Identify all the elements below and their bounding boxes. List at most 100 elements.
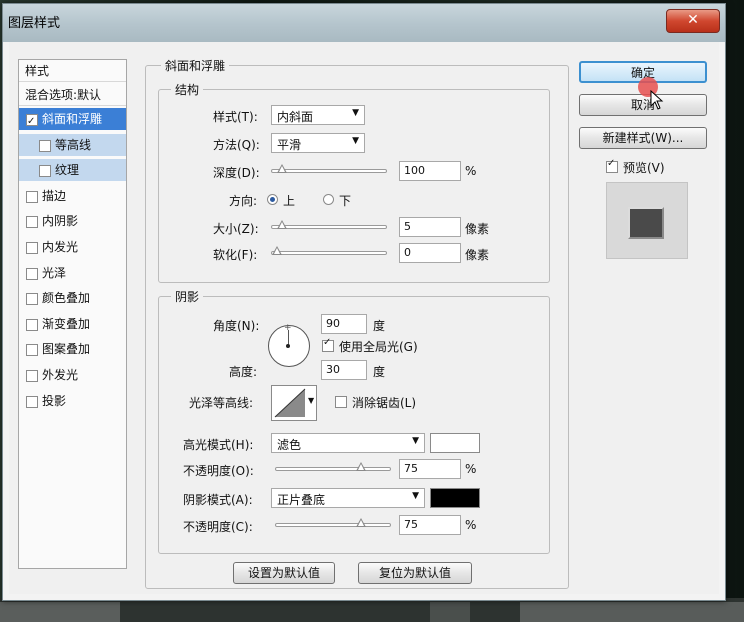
contour-thumbnail-icon — [274, 388, 306, 418]
global-light-label[interactable]: 使用全局光(G) — [339, 338, 418, 355]
shadow-opacity-label: 不透明度(C): — [183, 520, 253, 534]
highlight-opacity-thumb[interactable] — [355, 462, 366, 471]
style-item[interactable]: 内发光 — [19, 236, 126, 258]
anti-aliased-checkbox[interactable] — [335, 396, 347, 408]
style-item-checkbox[interactable] — [26, 111, 38, 133]
reset-default-button[interactable]: 复位为默认值 — [358, 562, 472, 584]
style-item-checkbox[interactable] — [39, 139, 51, 152]
depth-slider[interactable] — [271, 164, 387, 173]
style-item-label: 内阴影 — [42, 214, 79, 229]
anti-aliased-label[interactable]: 消除锯齿(L) — [352, 394, 416, 411]
highlight-opacity-unit: % — [465, 462, 477, 476]
style-item-checkbox[interactable] — [39, 165, 51, 178]
style-item-checkbox[interactable] — [26, 318, 38, 331]
gloss-contour-picker[interactable]: ▼ — [271, 385, 317, 421]
highlight-color-swatch[interactable] — [430, 433, 480, 453]
soften-unit: 像素 — [465, 248, 490, 262]
pointer-icon — [650, 90, 664, 110]
direction-down-label[interactable]: 下 — [339, 192, 351, 209]
preview-label[interactable]: 预览(V) — [623, 159, 665, 176]
style-item[interactable]: 光泽 — [19, 262, 126, 284]
direction-down-radio[interactable] — [323, 194, 334, 205]
style-dropdown[interactable]: 内斜面 ▼ — [271, 105, 365, 125]
close-button[interactable]: ✕ — [666, 9, 720, 33]
soften-slider[interactable] — [271, 246, 387, 255]
chevron-down-icon: ▼ — [352, 136, 359, 146]
global-light-checkbox[interactable] — [322, 337, 334, 352]
style-item-label: 等高线 — [55, 137, 92, 152]
shadow-opacity-slider[interactable] — [275, 518, 391, 527]
highlight-mode-label: 高光模式(H): — [183, 438, 254, 452]
new-style-button[interactable]: 新建样式(W)... — [579, 127, 707, 149]
layer-style-dialog: 图层样式 ✕ 样式 混合选项:默认 斜面和浮雕等高线纹理描边内阴影内发光光泽颜色… — [2, 3, 726, 601]
style-item[interactable]: 纹理 — [19, 159, 126, 182]
bevel-emboss-group: 斜面和浮雕 结构 样式(T): 内斜面 ▼ 方法(Q): 平滑 ▼ 深度(D): 1… — [145, 57, 569, 589]
style-list-header[interactable]: 样式 — [19, 60, 126, 82]
cancel-button[interactable]: 取消 — [579, 94, 707, 116]
size-label: 大小(Z): — [213, 222, 259, 236]
style-item[interactable]: 渐变叠加 — [19, 313, 126, 335]
bevel-emboss-title: 斜面和浮雕 — [161, 57, 230, 74]
style-item[interactable]: 图案叠加 — [19, 338, 126, 360]
altitude-unit: 度 — [373, 365, 386, 379]
direction-label: 方向: — [229, 194, 258, 208]
shadow-opacity-thumb[interactable] — [355, 518, 366, 527]
style-item-label: 光泽 — [42, 265, 67, 280]
style-item[interactable]: 颜色叠加 — [19, 287, 126, 309]
title-bar: 图层样式 ✕ — [3, 4, 725, 42]
shadow-mode-label: 阴影模式(A): — [183, 493, 253, 507]
chevron-down-icon: ▼ — [412, 491, 419, 501]
shadow-mode-dropdown[interactable]: 正片叠底 ▼ — [271, 488, 425, 508]
style-item-checkbox[interactable] — [26, 242, 38, 254]
style-item-checkbox[interactable] — [26, 216, 38, 229]
style-item[interactable]: 外发光 — [19, 364, 126, 386]
style-item-label: 外发光 — [42, 368, 79, 382]
style-item[interactable]: 斜面和浮雕 — [19, 108, 126, 133]
style-item-checkbox[interactable] — [26, 344, 38, 357]
style-preview-thumbnail — [606, 182, 688, 259]
preview-checkbox[interactable] — [606, 158, 618, 173]
desktop-bottom-strip — [0, 598, 744, 622]
soften-label: 软化(F): — [213, 248, 258, 262]
structure-title: 结构 — [171, 81, 204, 98]
depth-slider-thumb[interactable] — [277, 164, 288, 173]
style-item[interactable]: 投影 — [19, 390, 126, 412]
style-item-checkbox[interactable] — [26, 267, 38, 280]
dialog-body: 样式 混合选项:默认 斜面和浮雕等高线纹理描边内阴影内发光光泽颜色叠加渐变叠加图… — [9, 42, 719, 594]
highlight-opacity-input[interactable]: 75 — [399, 459, 461, 479]
shadow-opacity-input[interactable]: 75 — [399, 515, 461, 535]
highlight-opacity-slider[interactable] — [275, 462, 391, 471]
depth-input[interactable]: 100 — [399, 161, 461, 181]
make-default-button[interactable]: 设置为默认值 — [233, 562, 335, 584]
style-item[interactable]: 描边 — [19, 185, 126, 207]
angle-input[interactable]: 90 — [321, 314, 367, 334]
altitude-input[interactable]: 30 — [321, 360, 367, 380]
style-item-checkbox[interactable] — [26, 370, 38, 382]
direction-up-radio[interactable] — [267, 194, 278, 205]
chevron-down-icon: ▼ — [308, 396, 315, 405]
size-input[interactable]: 5 — [399, 217, 461, 237]
style-item-checkbox[interactable] — [26, 190, 38, 203]
shadow-color-swatch[interactable] — [430, 488, 480, 508]
size-slider[interactable] — [271, 220, 387, 229]
style-item-checkbox[interactable] — [26, 395, 38, 408]
direction-up-label[interactable]: 上 — [283, 192, 295, 209]
style-item-checkbox[interactable] — [26, 293, 38, 306]
highlight-mode-dropdown[interactable]: 滤色 ▼ — [271, 433, 425, 453]
technique-dropdown[interactable]: 平滑 ▼ — [271, 133, 365, 153]
style-item-label: 图案叠加 — [42, 342, 91, 357]
style-item[interactable]: 等高线 — [19, 133, 126, 156]
angle-unit: 度 — [373, 319, 386, 333]
soften-input[interactable]: 0 — [399, 243, 461, 263]
soften-slider-thumb[interactable] — [272, 246, 282, 255]
style-item-label: 斜面和浮雕 — [42, 112, 103, 126]
highlight-opacity-label: 不透明度(O): — [183, 464, 254, 478]
style-item[interactable]: 内阴影 — [19, 210, 126, 232]
shadow-opacity-unit: % — [465, 518, 477, 532]
structure-group: 结构 样式(T): 内斜面 ▼ 方法(Q): 平滑 ▼ 深度(D): 100 % 方… — [158, 81, 550, 283]
blending-options-item[interactable]: 混合选项:默认 — [19, 84, 126, 106]
size-slider-thumb[interactable] — [277, 220, 288, 229]
angle-dial[interactable]: + — [268, 323, 310, 367]
size-unit: 像素 — [465, 222, 490, 236]
shading-title: 阴影 — [171, 288, 204, 305]
